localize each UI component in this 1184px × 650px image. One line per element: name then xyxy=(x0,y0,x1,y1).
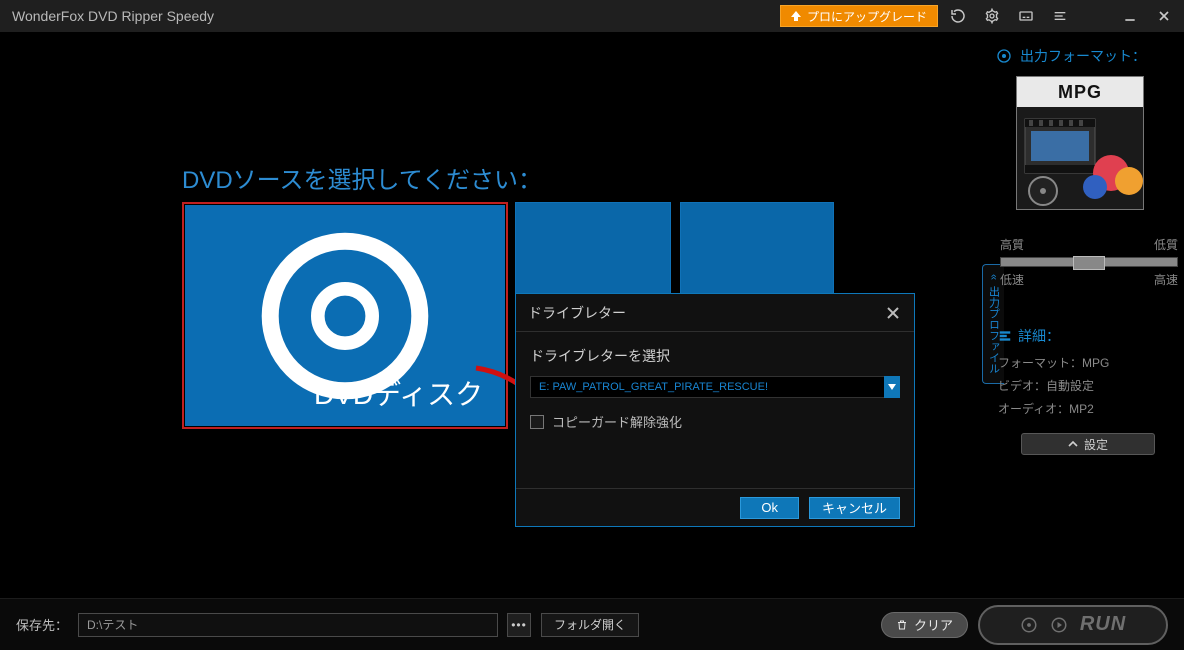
quality-slider-block: 高質低質 低速高速 xyxy=(1000,236,1178,288)
copyguard-checkbox[interactable] xyxy=(530,415,544,429)
run-arrow-icon xyxy=(1050,616,1068,634)
detail-audio: オーディオ：MP2 xyxy=(998,400,1184,417)
drive-letter-dialog: ドライブレター ドライブレターを選択 E: PAW_PATROL_GREAT_P… xyxy=(515,293,915,527)
run-disc-icon xyxy=(1020,616,1038,634)
title-bar: WonderFox DVD Ripper Speedy プロにアップグレード xyxy=(0,0,1184,32)
drive-select[interactable]: E: PAW_PATROL_GREAT_PIRATE_RESCUE! xyxy=(530,376,900,398)
run-button[interactable]: RUN xyxy=(978,605,1168,645)
clear-icon xyxy=(896,619,908,631)
settings-button[interactable]: 設定 xyxy=(1021,433,1155,455)
source-headline: DVDソースを選択してください： xyxy=(182,160,542,195)
save-to-label: 保存先： xyxy=(16,615,68,634)
source-iso-tile[interactable] xyxy=(515,202,671,307)
tile-dvd-label: DVDディスク xyxy=(314,373,506,413)
details-header: 詳細： xyxy=(998,326,1184,346)
quality-slider[interactable] xyxy=(1000,257,1178,267)
details-icon xyxy=(998,329,1012,343)
bottom-bar: 保存先： D:\テスト ••• フォルダ開く クリア RUN xyxy=(0,598,1184,650)
menu-icon[interactable] xyxy=(1046,2,1074,30)
refresh-icon[interactable] xyxy=(944,2,972,30)
main-area: DVDソースを選択してください： DVDディスク ドライブレター ド xyxy=(0,32,992,598)
dialog-ok-button[interactable]: Ok xyxy=(740,497,799,519)
copyguard-label: コピーガード解除強化 xyxy=(552,412,682,431)
source-dvd-disc-tile[interactable]: DVDディスク xyxy=(182,202,508,429)
output-format-art xyxy=(1017,107,1143,209)
subtitle-icon[interactable] xyxy=(1012,2,1040,30)
open-folder-button[interactable]: フォルダ開く xyxy=(541,613,639,637)
settings-gear-icon[interactable] xyxy=(978,2,1006,30)
detail-video: ビデオ：自動設定 xyxy=(998,377,1184,394)
output-panel: 出力フォーマット： MPG xyxy=(992,32,1184,598)
output-format-name: MPG xyxy=(1017,77,1143,107)
output-format-icon xyxy=(996,48,1012,64)
drive-select-value: E: PAW_PATROL_GREAT_PIRATE_RESCUE! xyxy=(539,381,768,393)
output-path-field[interactable]: D:\テスト xyxy=(78,613,498,637)
app-title: WonderFox DVD Ripper Speedy xyxy=(6,8,214,24)
dialog-close-icon[interactable] xyxy=(884,304,902,322)
clear-button[interactable]: クリア xyxy=(881,612,968,638)
detail-format: フォーマット：MPG xyxy=(998,354,1184,371)
drive-select-caret-icon[interactable] xyxy=(884,376,900,398)
browse-path-button[interactable]: ••• xyxy=(507,613,531,637)
minimize-icon[interactable] xyxy=(1116,2,1144,30)
source-folder-tile[interactable] xyxy=(680,202,834,307)
chevron-up-icon xyxy=(1068,439,1078,449)
dialog-cancel-button[interactable]: キャンセル xyxy=(809,497,900,519)
upgrade-label: プロにアップグレード xyxy=(807,8,927,25)
dialog-title: ドライブレター xyxy=(528,303,626,323)
upgrade-arrow-icon xyxy=(791,11,801,21)
output-format-title: 出力フォーマット： xyxy=(992,32,1184,66)
close-icon[interactable] xyxy=(1150,2,1178,30)
dialog-prompt: ドライブレターを選択 xyxy=(530,346,900,366)
upgrade-button[interactable]: プロにアップグレード xyxy=(780,5,938,27)
output-format-card[interactable]: MPG xyxy=(1016,76,1144,210)
quality-slider-thumb[interactable] xyxy=(1073,256,1105,270)
